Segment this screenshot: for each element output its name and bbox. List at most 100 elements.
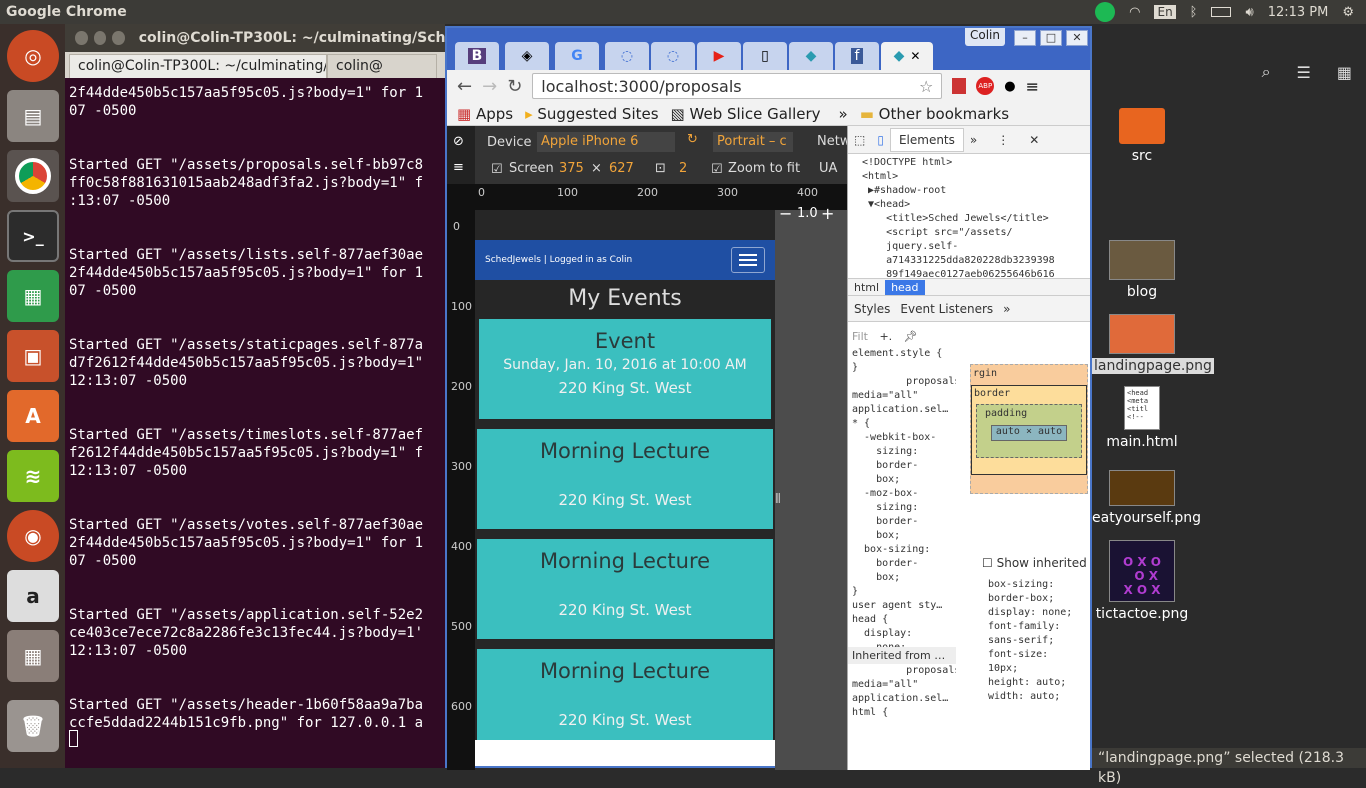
software-center-icon[interactable]: A <box>7 390 59 442</box>
back-icon[interactable]: ← <box>457 76 472 97</box>
desktop-icon-tictactoe[interactable]: O X O O XX O X tictactoe.png <box>1092 540 1192 622</box>
terminal-output[interactable]: 2f44dde450b5c157aa5f95c05.js?body=1" for… <box>65 78 445 768</box>
spotify-icon[interactable]: ≋ <box>7 450 59 502</box>
close-icon[interactable]: ✕ <box>910 49 920 63</box>
more-tabs-icon[interactable]: » <box>964 133 983 147</box>
desktop-icon-eatyourself[interactable]: eatyourself.png <box>1092 470 1201 526</box>
pin-icon[interactable]: 📌︎ <box>904 330 918 343</box>
zoom-out-button[interactable]: − <box>779 204 792 223</box>
ubuntu-dash-icon[interactable]: ◎ <box>7 30 59 82</box>
show-inherited-toggle[interactable]: ☐ Show inherited <box>982 556 1087 570</box>
adblock-icon[interactable]: ABP <box>976 77 995 95</box>
event-card[interactable]: Event Sunday, Jan. 10, 2016 at 10:00 AM … <box>479 319 771 419</box>
tab-page-4[interactable]: ◌ <box>605 42 649 70</box>
bluetooth-icon[interactable]: ᛒ <box>1190 5 1198 20</box>
terminal-tab-2[interactable]: colin@ <box>327 54 437 78</box>
search-icon[interactable]: ⌕ <box>1262 62 1271 82</box>
event-card[interactable]: Morning Lecture 220 King St. West <box>477 539 773 639</box>
desktop-icon-main-html[interactable]: <head <meta <titl <!-- main.html <box>1092 386 1192 450</box>
computed-styles[interactable]: box-sizing: border-box; display: none; f… <box>974 578 1088 704</box>
spreadsheet-icon[interactable]: ▦ <box>7 270 59 322</box>
zoom-checkbox[interactable]: ☑ <box>711 162 723 177</box>
inspect-icon[interactable]: ⬚ <box>848 133 871 147</box>
presentation-icon[interactable]: ▣ <box>7 330 59 382</box>
tab-elements[interactable]: Elements <box>889 127 964 152</box>
hamburger-menu-button[interactable] <box>731 247 765 273</box>
tab-event-listeners[interactable]: Event Listeners <box>900 302 993 316</box>
list-view-icon[interactable]: ☰ <box>1297 63 1311 82</box>
tab-facebook[interactable]: f <box>835 42 879 70</box>
terminal-icon[interactable]: >_ <box>7 210 59 262</box>
event-card[interactable]: Morning Lecture 220 King St. West <box>477 429 773 529</box>
address-bar[interactable]: localhost:3000/proposals ☆ <box>532 73 943 99</box>
crumb-head[interactable]: head <box>885 279 925 295</box>
add-rule-icon[interactable]: +. <box>879 330 892 343</box>
tab-youtube[interactable]: ▶ <box>697 42 741 70</box>
styles-filter-input[interactable]: Filt <box>852 330 868 343</box>
resize-handle-icon[interactable]: ⦀ <box>775 492 781 507</box>
close-button[interactable] <box>75 31 88 45</box>
spotify-tray-icon[interactable] <box>1095 2 1116 22</box>
device-select[interactable]: Apple iPhone 6 <box>537 132 675 152</box>
no-entry-icon[interactable]: ⊘ <box>453 134 464 149</box>
battery-icon[interactable] <box>1211 7 1232 17</box>
tab-bootstrap[interactable]: B <box>455 42 499 70</box>
workspace-switcher-icon[interactable]: ▦ <box>7 630 59 682</box>
crumb-html[interactable]: html <box>848 280 885 295</box>
profile-button[interactable]: Colin <box>965 28 1005 46</box>
close-button[interactable]: ✕ <box>1066 30 1088 46</box>
bookmarks-overflow[interactable]: » <box>839 105 848 123</box>
screen-height-input[interactable]: 627 <box>609 161 634 176</box>
wifi-icon[interactable]: ◠ <box>1129 5 1140 20</box>
tab-styles[interactable]: Styles <box>854 302 890 316</box>
maximize-button[interactable]: □ <box>1040 30 1062 46</box>
orientation-select[interactable]: Portrait – c <box>713 132 793 152</box>
clock[interactable]: 12:13 PM <box>1268 5 1329 20</box>
app-brand[interactable]: SchedJewels | Logged in as Colin <box>485 255 632 265</box>
bookmark-suggested-sites[interactable]: ▸ Suggested Sites <box>525 105 658 123</box>
gear-icon[interactable]: ⚙ <box>1342 5 1354 20</box>
tab-active-schedjewels[interactable]: ◆ ✕ <box>881 42 933 70</box>
star-icon[interactable]: ☆ <box>919 77 933 96</box>
device-mode-icon[interactable]: ▯ <box>871 133 890 147</box>
minimize-button[interactable]: – <box>1014 30 1036 46</box>
zoom-in-button[interactable]: + <box>821 204 834 223</box>
screen-width-input[interactable]: 375 <box>559 161 584 176</box>
maximize-button[interactable] <box>112 31 125 45</box>
extension-book-icon[interactable] <box>952 78 967 94</box>
forward-icon[interactable]: → <box>482 76 497 97</box>
desktop-icon-blog[interactable]: blog <box>1092 240 1192 300</box>
kebab-menu-icon[interactable]: ⋮ <box>997 133 1009 147</box>
amazon-icon[interactable]: a <box>7 570 59 622</box>
desktop-icon-src[interactable]: src <box>1092 108 1192 164</box>
tab-ruby[interactable]: ◆ <box>789 42 833 70</box>
lines-icon[interactable]: ≡ <box>453 160 464 175</box>
chrome-icon[interactable] <box>7 150 59 202</box>
bookmark-other[interactable]: ▬ Other bookmarks <box>860 105 1009 123</box>
close-icon[interactable]: ✕ <box>1029 133 1039 147</box>
files-icon[interactable]: ▤ <box>7 90 59 142</box>
tab-document[interactable]: ▯ <box>743 42 787 70</box>
firefox-icon[interactable]: ◉ <box>7 510 59 562</box>
menu-icon[interactable]: ≡ <box>1026 77 1039 96</box>
rotate-icon[interactable]: ↻ <box>687 132 698 147</box>
minimize-button[interactable] <box>93 31 107 45</box>
screen-checkbox[interactable]: ☑ <box>491 162 503 177</box>
tab-github[interactable]: ◈ <box>505 42 549 70</box>
trash-icon[interactable]: 🗑︎ <box>7 700 59 752</box>
tab-page-5[interactable]: ◌ <box>651 42 695 70</box>
css-rules[interactable]: element.style { } proposals media="all" … <box>848 347 956 647</box>
inherited-rules[interactable]: proposals media="all" application.sel… h… <box>848 664 956 720</box>
event-card[interactable]: Morning Lecture 220 King St. West <box>477 649 773 740</box>
reload-icon[interactable]: ↻ <box>507 76 522 97</box>
desktop-icon-landingpage[interactable]: landingpage.png <box>1092 314 1214 374</box>
input-method-indicator[interactable]: En <box>1154 5 1176 19</box>
terminal-tab-1[interactable]: colin@Colin-TP300L: ~/culminating/Sche..… <box>69 54 327 78</box>
bookmark-web-slice-gallery[interactable]: ▧ Web Slice Gallery <box>671 105 821 123</box>
network-label[interactable]: Netw <box>817 134 850 149</box>
tab-google[interactable]: G <box>555 42 599 70</box>
grid-view-icon[interactable]: ▦ <box>1337 63 1352 82</box>
dom-tree[interactable]: <!DOCTYPE html> <html> ▶#shadow-root ▼<h… <box>848 154 1090 278</box>
checkbox-icon[interactable]: ☐ <box>982 556 993 570</box>
styles-filter[interactable]: Filt +. 📌︎ <box>848 326 956 347</box>
